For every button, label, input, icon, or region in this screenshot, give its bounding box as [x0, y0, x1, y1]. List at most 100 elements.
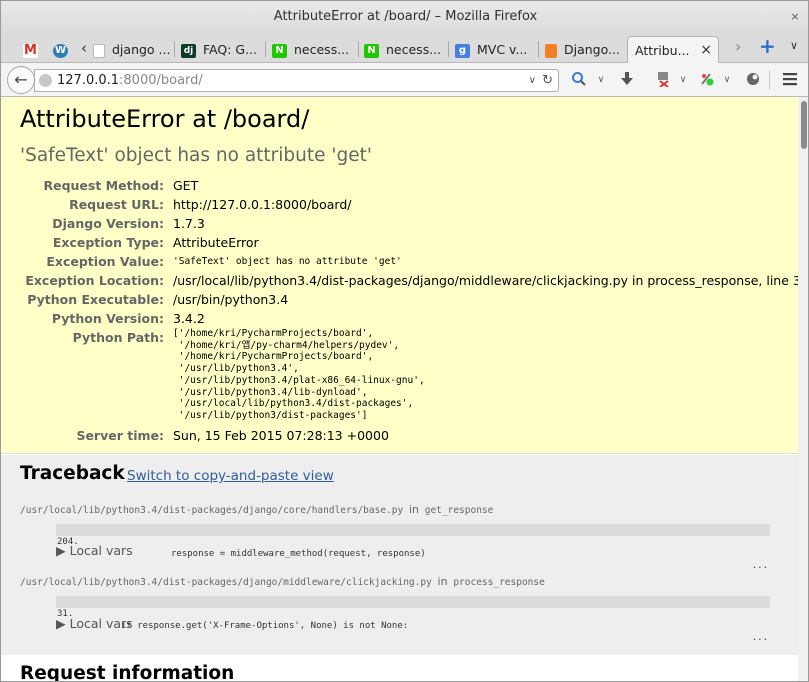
traceback-heading: Traceback: [20, 463, 125, 484]
globe-icon: [39, 74, 52, 87]
meta-value: /usr/bin/python3.4: [173, 292, 289, 307]
meta-value: /usr/local/lib/python3.4/dist-packages/d…: [173, 273, 798, 288]
browser-window: AttributeError at /board/ – Mozilla Fire…: [0, 0, 809, 682]
window-title: AttributeError at /board/ – Mozilla Fire…: [273, 9, 538, 24]
switch-view-link[interactable]: Switch to copy-and-paste view: [127, 468, 334, 484]
meta-value: GET: [173, 178, 199, 193]
page-content: AttributeError at /board/ 'SafeText' obj…: [1, 97, 798, 682]
frame-file: /usr/local/lib/python3.4/dist-packages/d…: [20, 503, 493, 516]
vertical-scrollbar[interactable]: [798, 97, 808, 681]
meta-key: Exception Value:: [46, 254, 164, 269]
tab-mvc[interactable]: g MVC v...: [451, 36, 536, 63]
download-icon[interactable]: [617, 71, 637, 91]
tab-label: Attribu...: [635, 43, 690, 58]
close-tab-icon[interactable]: ×: [700, 37, 712, 63]
request-info-heading: Request information: [20, 663, 235, 682]
meta-value: http://127.0.0.1:8000/board/: [173, 197, 352, 212]
meta-key: Request URL:: [69, 197, 164, 212]
back-button[interactable]: ←: [7, 66, 35, 94]
tab-bar: M W ‹ django ... dj FAQ: G... Nnecess... …: [1, 33, 808, 63]
meta-value: 1.7.3: [173, 216, 205, 231]
meta-key: Exception Type:: [52, 235, 164, 250]
title-bar: AttributeError at /board/ – Mozilla Fire…: [1, 1, 808, 33]
code-context-line[interactable]: 31. if response.get('X-Frame-Options', N…: [56, 596, 770, 643]
tab-faq[interactable]: dj FAQ: G...: [177, 36, 263, 63]
frame-path: /usr/local/lib/python3.4/dist-packages/d…: [20, 577, 432, 588]
search-dropdown-icon[interactable]: ∨: [591, 71, 611, 89]
addon-dropdown-icon[interactable]: ∨: [717, 71, 737, 89]
meta-key: Python Version:: [51, 311, 164, 326]
tab-label: MVC v...: [477, 42, 528, 57]
scrollbar-thumb[interactable]: [801, 101, 807, 149]
gmail-icon: M: [23, 42, 38, 58]
meta-row-django-version: Django Version: 1.7.3: [1, 214, 798, 233]
meta-key: Exception Location:: [25, 273, 164, 288]
expand-context[interactable]: ...: [752, 632, 768, 644]
code-context-line[interactable]: 204. response = middleware_method(reques…: [56, 524, 770, 571]
meta-key: Python Executable:: [27, 292, 164, 307]
meta-key: Server time:: [76, 428, 164, 443]
meta-row-python-version: Python Version: 3.4.2: [1, 309, 798, 328]
extension-icon[interactable]: [743, 71, 763, 91]
close-window-button[interactable]: ×: [788, 10, 802, 24]
meta-value: 3.4.2: [173, 311, 205, 326]
meta-value: AttributeError: [173, 235, 259, 250]
tab-wordpress[interactable]: W: [49, 36, 77, 63]
request-info-section: Request information: [1, 655, 798, 682]
tab-necess-1[interactable]: Nnecess...: [268, 36, 356, 63]
error-title: AttributeError at /board/: [20, 105, 310, 133]
tab-label: FAQ: G...: [203, 42, 258, 57]
block-dropdown-icon[interactable]: ∨: [673, 71, 693, 89]
frame-path: /usr/local/lib/python3.4/dist-packages/d…: [20, 505, 404, 516]
url-dropdown-icon[interactable]: ∨: [529, 70, 536, 91]
reload-icon[interactable]: ↻: [542, 70, 553, 91]
meta-row-exception-location: Exception Location: /usr/local/lib/python…: [1, 271, 798, 290]
wordpress-icon: W: [53, 43, 68, 58]
meta-row-request-url: Request URL: http://127.0.0.1:8000/board/: [1, 195, 798, 214]
tab-scroll-left-icon[interactable]: ‹: [81, 39, 87, 57]
tab-label: necess...: [386, 42, 442, 57]
django-icon: dj: [181, 43, 196, 58]
meta-row-server-time: Server time: Sun, 15 Feb 2015 07:28:13 +0…: [1, 426, 798, 445]
block-icon[interactable]: [653, 71, 673, 91]
tab-label: django ...: [112, 42, 171, 57]
url-bar[interactable]: 127.0.0.1:8000/board/ ∨ ↻: [34, 69, 559, 92]
naver-icon: N: [364, 43, 379, 58]
frame-file: /usr/local/lib/python3.4/dist-packages/d…: [20, 575, 545, 588]
meta-key: Python Path:: [72, 330, 164, 345]
meta-key: Django Version:: [52, 216, 164, 231]
traceback-section: Traceback Switch to copy-and-paste view …: [1, 455, 798, 655]
tab-attributeerror[interactable]: Attribu... ×: [627, 36, 719, 63]
meta-row-exception-value: Exception Value: 'SafeText' object has no…: [1, 252, 798, 271]
error-message: 'SafeText' object has no attribute 'get': [20, 145, 372, 166]
tab-django[interactable]: django ...: [89, 36, 173, 63]
meta-row-python-executable: Python Executable: /usr/bin/python3.4: [1, 290, 798, 309]
expand-context[interactable]: ...: [752, 560, 768, 572]
tab-django-so[interactable]: Django...: [541, 36, 625, 63]
tab-label: necess...: [294, 42, 350, 57]
stackoverflow-icon: [545, 43, 557, 58]
code-text: response = middleware_method(request, re…: [171, 549, 426, 559]
google-icon: g: [455, 43, 470, 58]
code-text: if response.get('X-Frame-Options', None)…: [121, 621, 409, 631]
error-summary: AttributeError at /board/ 'SafeText' obj…: [1, 97, 798, 454]
local-vars-toggle[interactable]: ▶ Local vars: [56, 543, 133, 558]
tab-list-icon[interactable]: ∨: [790, 39, 798, 52]
addon-icon[interactable]: [697, 71, 717, 91]
meta-row-request-method: Request Method: GET: [1, 176, 798, 195]
tab-gmail[interactable]: M: [19, 36, 47, 63]
frame-function: get_response: [424, 505, 494, 516]
new-tab-icon[interactable]: +: [759, 34, 776, 58]
navigation-bar: 127.0.0.1:8000/board/ ∨ ↻ ← ∨ ∨ ∨: [1, 63, 808, 97]
frame-in-label: in: [437, 575, 448, 588]
search-icon[interactable]: [569, 71, 589, 91]
tab-scroll-right-icon[interactable]: ›: [735, 37, 741, 56]
tab-label: Django...: [564, 42, 620, 57]
url-path: :8000/board/: [119, 73, 203, 88]
frame-in-label: in: [408, 503, 419, 516]
local-vars-toggle[interactable]: ▶ Local vars: [56, 616, 133, 631]
page-icon: [93, 43, 105, 58]
tab-necess-2[interactable]: Nnecess...: [360, 36, 448, 63]
menu-icon[interactable]: [780, 71, 800, 91]
meta-value: Sun, 15 Feb 2015 07:28:13 +0000: [173, 428, 389, 443]
